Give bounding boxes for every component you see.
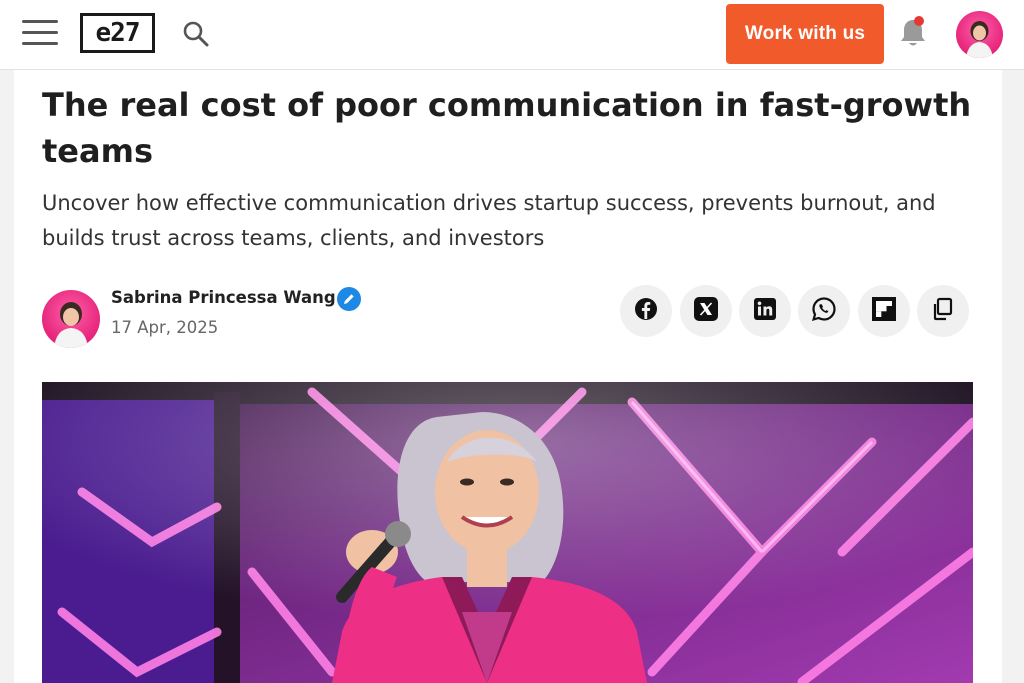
copy-link-button[interactable]	[917, 285, 969, 337]
work-with-us-button[interactable]: Work with us	[726, 4, 884, 64]
copy-link-icon	[930, 296, 956, 326]
user-avatar[interactable]	[956, 11, 1003, 58]
linkedin-icon	[753, 297, 777, 325]
article-subtitle: Uncover how effective communication driv…	[42, 191, 936, 250]
hero-image	[42, 382, 973, 683]
logo-text: e27	[95, 18, 141, 48]
e27-logo[interactable]: e27	[80, 13, 155, 53]
share-whatsapp-button[interactable]	[798, 285, 850, 337]
article-title: The real cost of poor communication in f…	[42, 86, 972, 170]
hamburger-menu-icon[interactable]	[22, 18, 58, 48]
publish-date: 17 Apr, 2025	[111, 318, 219, 337]
share-facebook-button[interactable]	[620, 285, 672, 337]
whatsapp-icon	[811, 296, 837, 326]
author-avatar[interactable]	[42, 290, 100, 348]
search-icon[interactable]	[182, 20, 210, 48]
x-twitter-icon	[693, 296, 719, 326]
share-linkedin-button[interactable]	[739, 285, 791, 337]
facebook-icon	[634, 297, 658, 325]
author-name[interactable]: Sabrina Princessa Wang	[111, 288, 336, 307]
share-flipboard-button[interactable]	[858, 285, 910, 337]
flipboard-icon	[871, 296, 897, 326]
verified-pencil-icon	[337, 287, 361, 311]
top-navigation-bar: e27 Work with us	[0, 0, 1024, 70]
notification-dot	[914, 16, 924, 26]
speaker-on-stage-photo	[42, 382, 973, 683]
share-x-button[interactable]	[680, 285, 732, 337]
